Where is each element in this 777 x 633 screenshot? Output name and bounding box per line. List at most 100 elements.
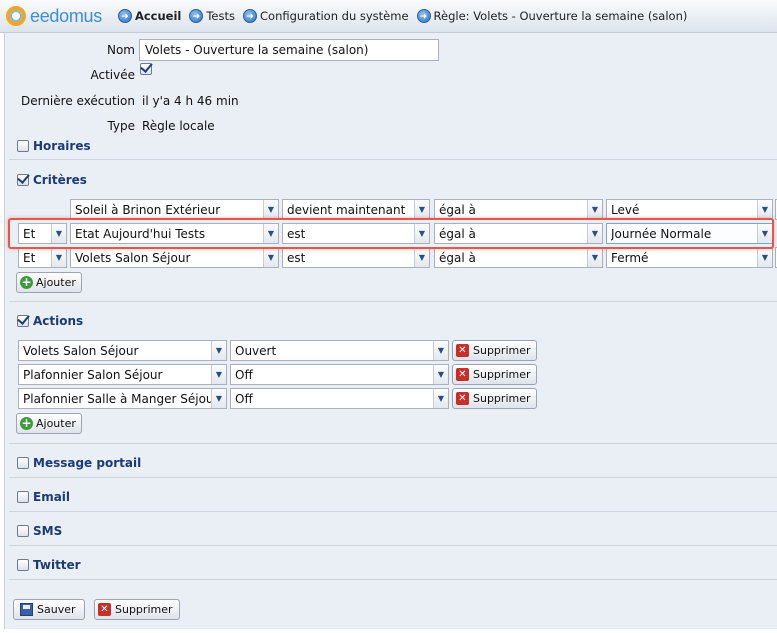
criterion-value-select[interactable]: Levé ▼ [606,199,773,220]
breadcrumb-label: Configuration du système [260,9,409,23]
chevron-down-icon: ▼ [587,200,602,219]
chevron-down-icon: ▼ [433,365,448,384]
type-value: Règle locale [142,119,215,133]
plus-icon: + [20,275,33,289]
action-value-select[interactable]: Off ▼ [230,364,449,385]
section-title: Email [33,490,71,504]
email-checkbox[interactable] [17,491,29,503]
active-checkbox[interactable] [140,63,152,75]
rule-editor-panel: Nom Activée Dernière exécution il y'a 4 … [4,33,777,629]
action-device-select[interactable]: Plafonnier Salle à Manger Séjour ▼ [18,388,227,409]
highlighted-criterion-row [8,218,774,249]
divider [9,159,777,160]
button-label: Supprimer [115,603,173,616]
button-label: Supprimer [473,344,531,357]
delete-action-button[interactable]: ✕ Supprimer [452,340,537,361]
horaires-checkbox[interactable] [17,140,29,152]
section-title: Twitter [33,558,81,572]
select-value: Ouvert [235,343,277,358]
arrow-circle-icon: ➜ [117,9,132,23]
action-device-select[interactable]: Volets Salon Séjour ▼ [18,340,227,361]
rule-name-input[interactable] [139,39,439,61]
logo-text: eedomus [30,5,102,26]
breadcrumb-tests[interactable]: ➜ Tests [189,9,235,23]
chevron-down-icon: ▼ [263,200,278,219]
criterion-condition-select[interactable]: est ▼ [282,247,430,268]
section-title: Actions [33,314,84,328]
criterion-condition-select[interactable]: devient maintenant ▼ [282,199,430,220]
twitter-checkbox[interactable] [17,559,29,571]
chevron-down-icon: ▼ [211,365,226,384]
section-title: Message portail [33,456,142,470]
sms-checkbox[interactable] [17,525,29,537]
message-portail-checkbox[interactable] [17,457,29,469]
action-value-select[interactable]: Ouvert ▼ [230,340,449,361]
chevron-down-icon: ▼ [211,341,226,360]
select-value: Volets Salon Séjour [23,343,139,358]
button-label: Supprimer [473,368,531,381]
select-value: égal à [439,202,476,217]
chevron-down-icon: ▼ [414,200,429,219]
plus-icon: + [20,416,33,430]
chevron-down-icon: ▼ [51,248,66,267]
divider [9,443,777,444]
select-value: égal à [439,250,476,265]
breadcrumb-rule[interactable]: ➜ Règle: Volets - Ouverture la semaine (s… [416,9,688,23]
section-horaires[interactable]: Horaires [17,139,91,153]
add-action-button[interactable]: + Ajouter [16,413,82,434]
button-label: Ajouter [36,276,76,289]
criterion-value-select[interactable]: Fermé ▼ [606,247,773,268]
breadcrumb-accueil[interactable]: ➜ Accueil [117,9,182,23]
delete-action-button[interactable]: ✕ Supprimer [452,364,537,385]
select-value: Off [235,367,253,382]
divider [9,545,777,546]
section-title: SMS [33,524,63,538]
select-value: Fermé [611,250,649,265]
criterion-operator-select[interactable]: égal à ▼ [434,199,603,220]
breadcrumb-label: Accueil [134,9,182,23]
section-sms[interactable]: SMS [17,524,62,538]
button-label: Sauver [37,603,76,616]
actions-checkbox[interactable] [17,315,29,327]
action-device-select[interactable]: Plafonnier Salon Séjour ▼ [18,364,227,385]
save-button[interactable]: Sauver [13,599,85,620]
select-value: Levé [611,202,640,217]
breadcrumb-label: Tests [206,9,235,23]
section-twitter[interactable]: Twitter [17,558,81,572]
add-criterion-button[interactable]: + Ajouter [16,272,82,293]
section-title: Horaires [33,139,91,153]
criterion-device-select[interactable]: Volets Salon Séjour ▼ [70,247,279,268]
select-value: Off [235,391,253,406]
section-actions[interactable]: Actions [17,314,83,328]
chevron-down-icon: ▼ [587,248,602,267]
breadcrumb-configuration[interactable]: ➜ Configuration du système [243,9,409,23]
action-value-select[interactable]: Off ▼ [230,388,449,409]
chevron-down-icon: ▼ [757,200,772,219]
close-icon: ✕ [456,368,469,381]
eedomus-logo[interactable]: eedomus [6,6,102,27]
criterion-operator-select[interactable]: égal à ▼ [434,247,603,268]
logo-icon [6,6,26,26]
criteres-checkbox[interactable] [17,174,29,186]
section-email[interactable]: Email [17,490,70,504]
chevron-down-icon: ▼ [433,341,448,360]
arrow-circle-icon: ➜ [189,9,204,23]
breadcrumb-label: Règle: Volets - Ouverture la semaine (sa… [433,9,688,23]
select-value: Plafonnier Salle à Manger Séjour [23,391,211,406]
delete-action-button[interactable]: ✕ Supprimer [452,388,537,409]
chevron-down-icon: ▼ [757,248,772,267]
section-criteres[interactable]: Critères [17,173,87,187]
criterion-conjunction-select[interactable]: Et ▼ [18,247,67,268]
divider [9,301,777,302]
section-message-portail[interactable]: Message portail [17,456,141,470]
last-execution-label: Dernière exécution [20,94,135,108]
section-title: Critères [33,173,87,187]
arrow-circle-icon: ➜ [243,9,257,23]
delete-rule-button[interactable]: ✕ Supprimer [94,599,180,620]
select-value: est [287,250,306,265]
name-label: Nom [106,43,135,57]
floppy-disk-icon [20,603,33,616]
criterion-device-select[interactable]: Soleil à Brinon Extérieur ▼ [70,199,279,220]
divider [9,477,777,478]
close-icon: ✕ [98,603,111,616]
